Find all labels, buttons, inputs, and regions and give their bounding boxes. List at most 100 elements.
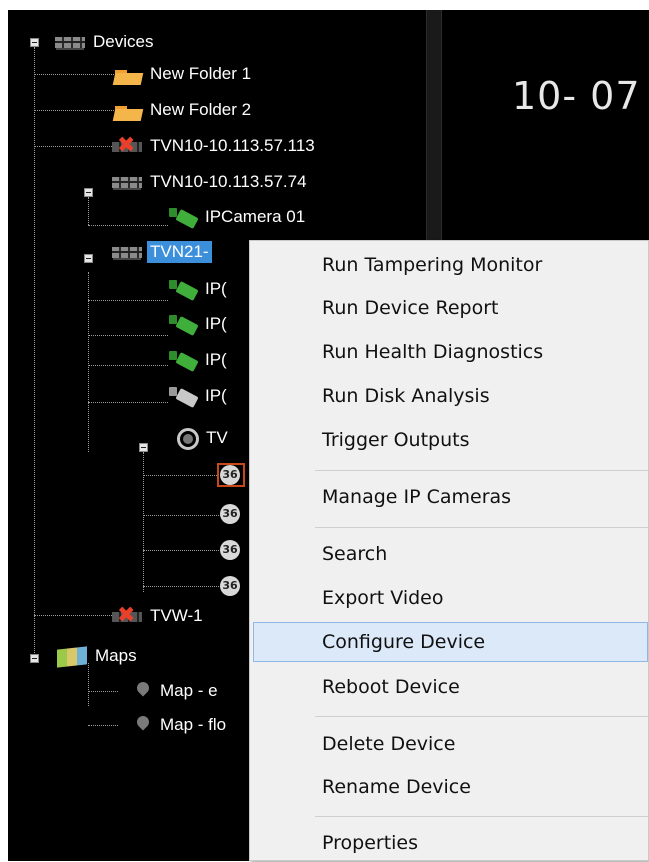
video-timestamp-overlay: 10- 07 [512, 74, 641, 118]
camera-offline-icon [165, 385, 199, 407]
menu-item-reboot-device[interactable]: Reboot Device [254, 668, 648, 706]
tree-node-map-flo[interactable]: Map - flo [130, 711, 229, 739]
menu-separator [315, 527, 648, 528]
tree-node-tvw[interactable]: TVW-1 [110, 602, 206, 630]
menu-item-search[interactable]: Search [254, 535, 648, 573]
tree-node-label: Map - e [160, 681, 218, 700]
tree-node-label: Maps [95, 646, 137, 665]
menu-item-trigger-outputs[interactable]: Trigger Outputs [254, 421, 648, 459]
menu-item-label: Configure Device [322, 631, 486, 653]
tree-node-tvn21[interactable]: TVN21- [110, 238, 212, 266]
menu-separator [315, 470, 648, 471]
camera-icon [165, 278, 199, 300]
context-menu: Run Tampering Monitor Run Device Report … [249, 240, 649, 861]
tree-connector [143, 515, 221, 516]
tree-connector [143, 586, 221, 587]
tree-connector [88, 197, 89, 225]
menu-item-label: Delete Device [322, 733, 456, 755]
tree-node-label: Map - flo [160, 715, 227, 734]
tree-node-label: New Folder 2 [150, 100, 252, 119]
menu-item-configure-device[interactable]: Configure Device [253, 622, 648, 662]
fisheye-360-icon [218, 503, 244, 525]
collapse-toggle-maps[interactable] [30, 654, 39, 663]
collapse-toggle-devices[interactable] [30, 38, 39, 47]
folder-icon [110, 99, 144, 121]
tree-connector [34, 74, 114, 75]
tree-node-label: IP( [205, 314, 227, 333]
dome-camera-icon [176, 427, 200, 450]
tree-node-fisheye-channel[interactable] [218, 536, 247, 564]
tree-connector [143, 475, 221, 476]
tree-node-map-e[interactable]: Map - e [130, 677, 221, 705]
camera-icon [165, 349, 199, 371]
tree-node-ip-camera-offline[interactable]: IP( [165, 382, 230, 410]
tree-node-ip-camera[interactable]: IP( [165, 275, 230, 303]
tree-node-label: TVN10-10.113.57.74 [150, 172, 307, 191]
tree-node-label: New Folder 1 [150, 64, 252, 83]
menu-item-label: Run Device Report [322, 297, 499, 319]
tree-connector [88, 272, 89, 452]
menu-item-export-video[interactable]: Export Video [254, 579, 648, 617]
menu-item-label: Run Health Diagnostics [322, 341, 544, 363]
tree-node-ip-camera[interactable]: IP( [165, 310, 230, 338]
map-pin-icon [130, 680, 154, 702]
menu-item-label: Export Video [322, 587, 444, 609]
camera-icon [165, 313, 199, 335]
tree-node-label: TVN10-10.113.57.113 [150, 136, 315, 155]
menu-item-run-disk-analysis[interactable]: Run Disk Analysis [254, 377, 648, 415]
tree-connector [88, 300, 168, 301]
fisheye-360-icon [218, 575, 244, 597]
menu-item-label: Rename Device [322, 776, 471, 798]
tree-node-tvn10-74[interactable]: TVN10-10.113.57.74 [110, 168, 310, 196]
tree-node-tvn10-113[interactable]: TVN10-10.113.57.113 [110, 132, 318, 160]
tree-node-label-selected: TVN21- [147, 241, 212, 263]
tree-node-label: TVW-1 [150, 606, 203, 625]
map-pin-icon [130, 714, 154, 736]
tree-node-maps[interactable]: Maps [55, 642, 140, 670]
tree-connector [88, 335, 168, 336]
menu-item-run-tampering-monitor[interactable]: Run Tampering Monitor [254, 246, 648, 284]
menu-item-run-device-report[interactable]: Run Device Report [254, 289, 648, 327]
fisheye-360-icon [218, 539, 244, 561]
menu-item-label: Search [322, 543, 388, 565]
tree-node-new-folder-2[interactable]: New Folder 2 [110, 96, 254, 124]
menu-item-manage-ip-cameras[interactable]: Manage IP Cameras [254, 478, 648, 516]
menu-item-rename-device[interactable]: Rename Device [254, 768, 648, 806]
device-error-icon [110, 133, 144, 159]
menu-item-delete-device[interactable]: Delete Device [254, 725, 648, 763]
collapse-toggle-fisheye[interactable] [139, 443, 148, 452]
tree-node-ipcamera-01[interactable]: IPCamera 01 [165, 203, 308, 231]
tree-connector [88, 725, 118, 726]
map-icon [55, 645, 89, 667]
tree-connector [88, 402, 168, 403]
folder-icon [110, 63, 144, 85]
tree-connector [34, 146, 114, 147]
tree-node-new-folder-1[interactable]: New Folder 1 [110, 60, 254, 88]
menu-item-label: Properties [322, 832, 419, 854]
tree-node-devices[interactable]: Devices [53, 28, 156, 56]
tree-node-fisheye-channel[interactable] [218, 572, 247, 600]
menu-item-label: Run Disk Analysis [322, 385, 490, 407]
tree-node-label: IP( [205, 350, 227, 369]
device-error-icon [110, 603, 144, 629]
tree-connector [34, 47, 35, 661]
tree-node-ip-camera[interactable]: IP( [165, 346, 230, 374]
camera-icon [165, 206, 199, 228]
collapse-toggle-tvn10-74[interactable] [84, 188, 93, 197]
tree-connector [143, 452, 144, 592]
tree-node-fisheye-device[interactable]: TV [176, 424, 231, 452]
tree-connector [143, 550, 221, 551]
menu-item-label: Trigger Outputs [322, 429, 470, 451]
tree-connector [34, 110, 114, 111]
tree-node-label: IP( [205, 279, 227, 298]
tree-node-fisheye-channel[interactable] [217, 461, 247, 489]
tree-connector [34, 615, 114, 616]
menu-item-label: Run Tampering Monitor [322, 254, 543, 276]
collapse-toggle-tvn21[interactable] [84, 254, 93, 263]
menu-item-properties[interactable]: Properties [254, 824, 648, 862]
tree-connector [88, 225, 168, 226]
tree-node-label: IP( [205, 386, 227, 405]
menu-item-run-health-diagnostics[interactable]: Run Health Diagnostics [254, 333, 648, 371]
recorder-icon [110, 241, 144, 263]
tree-node-fisheye-channel[interactable] [218, 500, 247, 528]
